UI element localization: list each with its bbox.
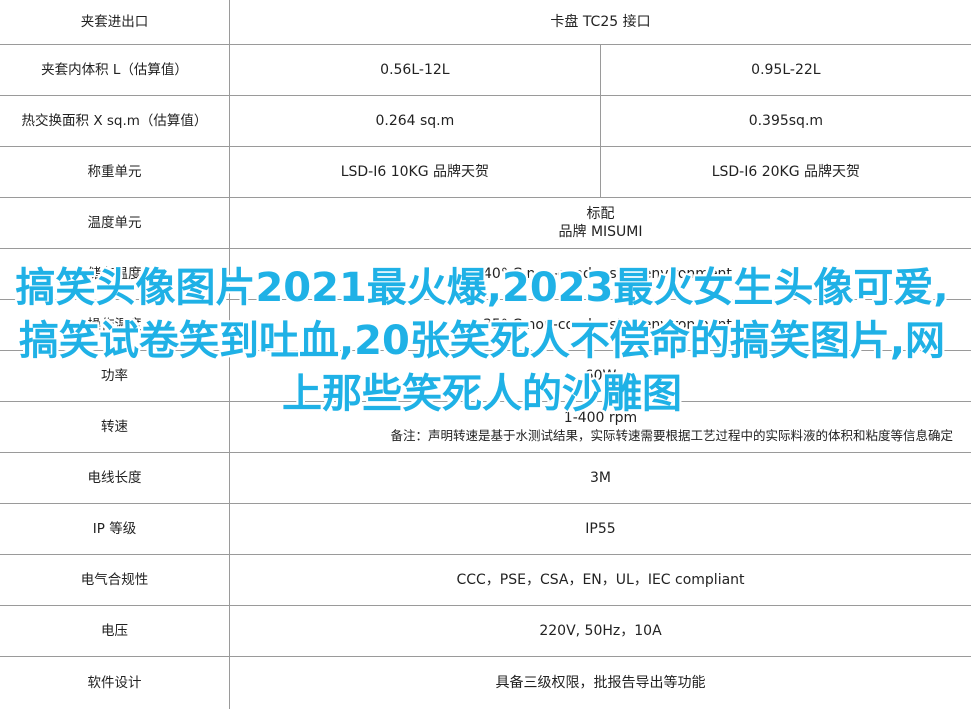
row-value: 4-35° C non-condensing environment [229,299,971,351]
table-row-cable: 电线长度 3M [0,452,971,504]
row-value: 具备三级权限，批报告导出等功能 [495,675,706,691]
row-label: 夹套进出口 [0,0,230,45]
row-value: 220V, 50Hz，10A [229,605,971,657]
row-value: CCC，PSE，CSA，EN，UL，IEC compliant [229,554,971,606]
table-row-voltage: 电压 220V, 50Hz，10A [0,605,971,657]
table-row-weighing: 称重单元 LSD-I6 10KG 品牌天贺 LSD-I6 20KG 品牌天贺 [0,146,971,198]
row-label: 操作温度 [0,299,230,351]
table-row-speed: 转速 1-400 rpm 备注：声明转速是基于水测试结果，实际转速需要根据工艺过… [0,401,971,453]
row-label: 功率 [0,350,230,402]
row-value: IP55 [229,503,971,555]
row-label: IP 等级 [0,503,230,555]
row-label: 热交换面积 X sq.m（估算值） [0,95,230,147]
row-value-small: LSD-I6 10KG 品牌天贺 [229,146,601,198]
table-row-working-temp: 操作温度 4-35° C non-condensing environment [0,299,971,351]
speed-note: 备注：声明转速是基于水测试结果，实际转速需要根据工艺过程中的实际料液的体积和粘度… [390,428,953,443]
row-label: 称重单元 [0,146,230,198]
row-label: 电压 [0,605,230,657]
table-row-ip: IP 等级 IP55 [0,503,971,555]
table-row-heat-area: 热交换面积 X sq.m（估算值） 0.264 sq.m 0.395sq.m [0,95,971,147]
table-row-temp-unit: 温度单元 标配 品牌 MISUMI [0,197,971,249]
row-label: 温度单元 [0,197,230,249]
row-value-large: LSD-I6 20KG 品牌天贺 [600,146,971,198]
row-value: 60W [229,350,971,402]
table-row-power: 功率 60W [0,350,971,402]
row-label: 夹套内体积 L（估算值） [0,44,230,96]
table-row-compliance: 电气合规性 CCC，PSE，CSA，EN，UL，IEC compliant [0,554,971,606]
row-value-small: 0.264 sq.m [229,95,601,147]
row-value: 0-40° C non-condensing environment [229,248,971,300]
temp-unit-standard: 标配 [586,206,615,222]
table-row-software: 软件设计 具备三级权限，批报告导出等功能 [0,656,971,709]
spec-table: 夹套进出口 卡盘 TC25 接口 夹套内体积 L（估算值） 0.56L-12L … [0,0,971,709]
row-value: 1-400 rpm 备注：声明转速是基于水测试结果，实际转速需要根据工艺过程中的… [229,401,971,453]
row-label: 软件设计 [0,656,230,709]
row-value-large: 0.95L-22L [600,44,971,96]
temp-unit-brand: 品牌 MISUMI [558,224,643,240]
row-label: 转速 [0,401,230,453]
row-label: 电气合规性 [0,554,230,606]
row-value-small: 0.56L-12L [229,44,601,96]
row-value: 3M [229,452,971,504]
row-label: 电线长度 [0,452,230,504]
row-value-large: 0.395sq.m [600,95,971,147]
row-label: 储存温度 [0,248,230,300]
table-row-storage-temp: 储存温度 0-40° C non-condensing environment [0,248,971,300]
row-value: 卡盘 TC25 接口 [229,0,971,45]
table-row-jacket-port: 夹套进出口 卡盘 TC25 接口 [0,0,971,45]
row-value: 标配 品牌 MISUMI [229,197,971,249]
speed-value: 1-400 rpm [563,410,638,426]
table-row-volume: 夹套内体积 L（估算值） 0.56L-12L 0.95L-22L [0,44,971,96]
